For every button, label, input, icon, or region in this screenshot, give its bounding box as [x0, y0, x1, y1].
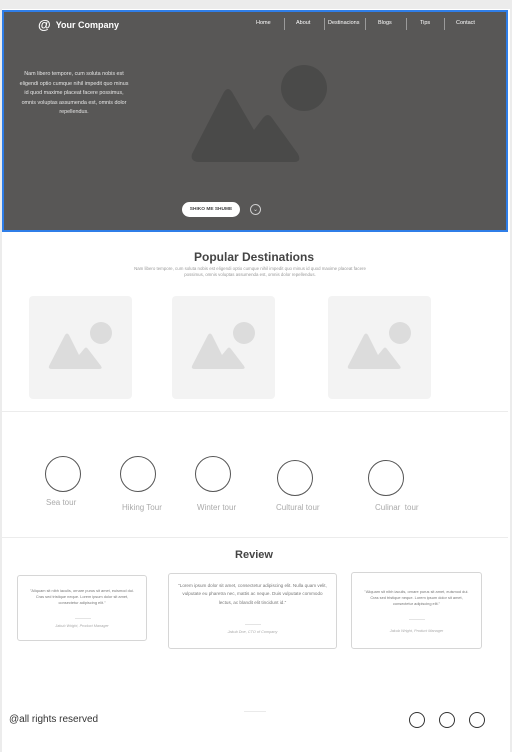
tour-icon	[45, 456, 81, 492]
review-text: "Aliquam sit nibh iaculis, ornare purus …	[364, 589, 469, 606]
nav-contact[interactable]: Contact	[456, 20, 475, 26]
review-text: "Aliquam sit nibh iaculis, ornare purus …	[30, 588, 134, 605]
tour-icon	[195, 456, 231, 492]
review-card: "Aliquam sit nibh iaculis, ornare purus …	[17, 575, 147, 641]
nav-divider	[324, 18, 325, 30]
nav-tips[interactable]: Tips	[420, 20, 430, 26]
image-placeholder-icon	[191, 65, 327, 162]
tour-label: Winter tour	[197, 503, 237, 512]
main-nav: Home About Destinacions Blogs Tips Conta…	[244, 18, 504, 34]
section-divider	[2, 411, 508, 412]
image-placeholder-icon	[347, 322, 411, 369]
tour-label: Sea tour	[46, 498, 77, 507]
logo[interactable]: @ Your Company	[38, 17, 119, 32]
at-icon: @	[38, 17, 51, 32]
popular-destinations-subtitle: Nam libero tempore, cum soluta nobis est…	[134, 266, 366, 277]
nav-divider	[444, 18, 445, 30]
social-icon[interactable]	[439, 712, 455, 728]
tour-icon	[120, 456, 156, 492]
hero-description: Nam libero tempore, cum soluta nobis est…	[19, 71, 129, 115]
nav-about[interactable]: About	[296, 20, 310, 26]
review-author: Jakub Doe, CTO of Company	[227, 630, 278, 634]
review-divider	[245, 624, 261, 625]
review-author: Jakub Wright, Product Manager	[55, 624, 109, 628]
tour-icon	[368, 460, 404, 496]
review-text: "Lorem ipsum dolor sit amet, consectetur…	[178, 583, 327, 605]
image-placeholder-icon	[191, 322, 255, 369]
tour-label: Culinar tour	[375, 503, 419, 512]
nav-divider	[284, 18, 285, 30]
review-author: Jakub Wright, Product Manager	[389, 629, 444, 633]
image-placeholder-icon	[48, 322, 112, 369]
destination-card[interactable]	[328, 296, 431, 399]
review-divider	[409, 619, 425, 620]
tour-label: Hiking Tour	[122, 503, 162, 512]
company-name: Your Company	[55, 19, 120, 30]
destination-card[interactable]	[29, 296, 132, 399]
nav-home[interactable]: Home	[256, 20, 271, 26]
show-more-button[interactable]: SHIKO ME SHUME	[182, 202, 240, 217]
nav-destinations[interactable]: Destinacions	[328, 20, 360, 26]
section-divider	[2, 537, 508, 538]
tour-label: Cultural tour	[276, 503, 320, 512]
chevron-down-icon[interactable]: ⌄	[250, 204, 261, 215]
footer-copyright: @all rights reserved	[9, 714, 99, 725]
nav-blogs[interactable]: Blogs	[378, 20, 392, 26]
hero-section: @ Your Company Home About Destinacions B…	[2, 10, 508, 232]
destination-card[interactable]	[172, 296, 275, 399]
footer-divider	[244, 711, 266, 712]
nav-divider	[406, 18, 407, 30]
review-card: "Lorem ipsum dolor sit amet, consectetur…	[168, 573, 337, 649]
social-icon[interactable]	[409, 712, 425, 728]
tour-icon	[277, 460, 313, 496]
popular-destinations-title: Popular Destinations	[193, 250, 315, 264]
review-card: "Aliquam sit nibh iaculis, ornare purus …	[351, 572, 482, 649]
review-title: Review	[235, 549, 273, 561]
social-icon[interactable]	[469, 712, 485, 728]
nav-divider	[365, 18, 366, 30]
review-divider	[75, 618, 91, 619]
